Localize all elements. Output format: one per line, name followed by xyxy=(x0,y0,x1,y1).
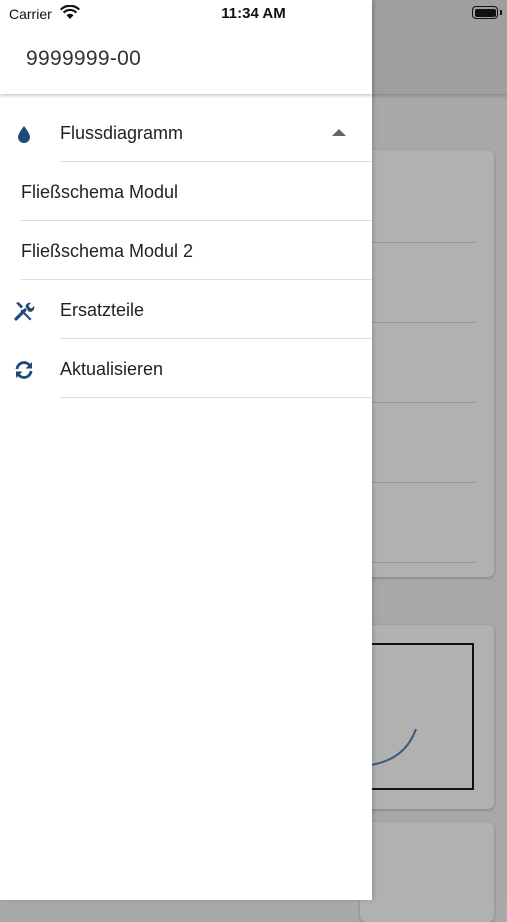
navigation-drawer: 9999999-00 Flussdiagramm Fließschema Mod… xyxy=(0,0,372,900)
menu-item-label: Fließschema Modul 2 xyxy=(21,241,194,261)
menu-divider xyxy=(21,279,372,280)
background-card-1 xyxy=(360,150,494,577)
submenu-item-fliessschema-modul[interactable]: Fließschema Modul xyxy=(0,163,372,221)
menu-divider xyxy=(21,220,372,221)
chevron-up-icon[interactable] xyxy=(332,129,346,136)
menu-item-aktualisieren[interactable]: Aktualisieren xyxy=(0,340,372,398)
background-card-2 xyxy=(360,625,494,809)
submenu-item-fliessschema-modul-2[interactable]: Fließschema Modul 2 xyxy=(0,222,372,280)
status-time: 11:34 AM xyxy=(221,5,286,22)
background-card-3 xyxy=(360,822,494,922)
refresh-icon xyxy=(12,358,36,382)
menu-divider xyxy=(60,338,372,339)
background-divider xyxy=(370,322,476,323)
menu-item-label: Aktualisieren xyxy=(60,359,164,379)
menu-item-label: Ersatzteile xyxy=(60,300,145,320)
status-bar: Carrier 11:34 AM xyxy=(0,0,507,28)
battery-icon xyxy=(472,6,498,19)
drawer-title: 9999999-00 xyxy=(26,47,142,70)
menu-divider xyxy=(60,161,372,162)
water-drop-icon xyxy=(12,122,36,146)
background-divider xyxy=(370,242,476,243)
menu-item-ersatzteile[interactable]: Ersatzteile xyxy=(0,281,372,339)
menu-item-flussdiagramm[interactable]: Flussdiagramm xyxy=(0,104,372,162)
menu-item-label: Flussdiagramm xyxy=(60,123,184,143)
menu-divider xyxy=(60,397,372,398)
background-divider xyxy=(370,482,476,483)
menu-item-label: Fließschema Modul xyxy=(21,182,179,202)
background-divider xyxy=(370,402,476,403)
background-divider xyxy=(370,562,476,563)
tools-icon xyxy=(12,299,36,323)
background-flow-curve xyxy=(369,728,417,766)
battery-tip xyxy=(500,10,502,15)
